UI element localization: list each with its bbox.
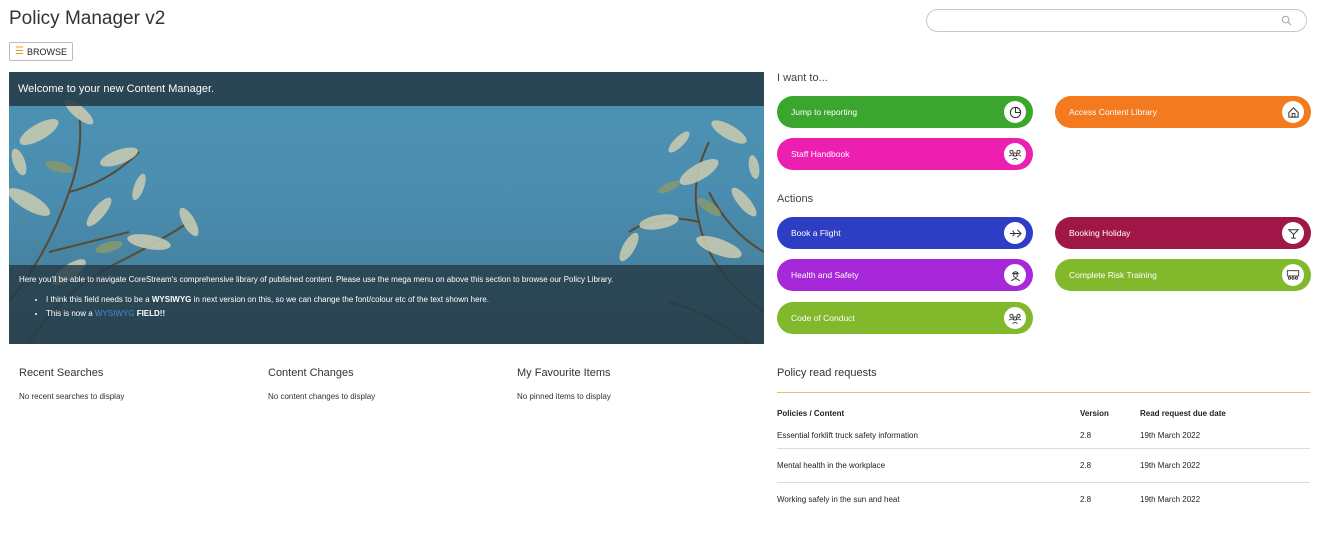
hero-banner: Welcome to your new Content Manager. Her… <box>9 72 764 344</box>
policy-cell[interactable]: Mental health in the workplace <box>777 447 1080 482</box>
table-row[interactable]: Mental health in the workplace 2.8 19th … <box>777 447 1310 482</box>
hero-bullet-bold: FIELD!! <box>134 308 166 318</box>
page: Policy Manager v2 ☰ BROWSE Welcome to yo… <box>0 0 1317 535</box>
recent-searches-panel: Recent Searches No recent searches to di… <box>19 367 124 401</box>
access-content-library-button[interactable]: Access Content Library <box>1055 96 1311 128</box>
content-changes-empty: No content changes to display <box>268 392 376 401</box>
recent-searches-empty: No recent searches to display <box>19 392 125 401</box>
plane-icon <box>1004 222 1026 244</box>
column-header[interactable]: Read request due date <box>1140 402 1310 424</box>
table-row[interactable]: Essential forklift truck safety informat… <box>777 424 1310 448</box>
hero-bullet-bold: WYSIWYG <box>151 294 192 304</box>
training-icon <box>1282 264 1304 286</box>
browse-label: BROWSE <box>26 46 67 57</box>
policy-cell[interactable]: Essential forklift truck safety informat… <box>777 424 1080 448</box>
action-label: Staff Handbook <box>791 149 850 159</box>
policy-read-requests-title: Policy read requests <box>777 367 877 379</box>
search-icon[interactable] <box>1281 15 1292 26</box>
app-title: Policy Manager v2 <box>9 8 166 29</box>
i-want-to-label: I want to... <box>777 72 828 84</box>
hero-title: Welcome to your new Content Manager. <box>9 72 764 106</box>
hero-intro: Here you'll be able to navigate CoreStre… <box>19 275 614 284</box>
health-and-safety-button[interactable]: Health and Safety <box>777 259 1033 291</box>
recent-searches-title: Recent Searches <box>19 367 104 379</box>
jump-to-reporting-button[interactable]: Jump to reporting <box>777 96 1033 128</box>
browse-button[interactable]: ☰ BROWSE <box>9 42 73 61</box>
due-date-cell: 19th March 2022 <box>1140 447 1310 482</box>
action-label: Complete Risk Training <box>1069 270 1157 280</box>
action-label: Code of Conduct <box>791 313 855 323</box>
table-header-row: Policies / Content Version Read request … <box>777 402 1310 424</box>
action-label: Health and Safety <box>791 270 859 280</box>
due-date-cell: 19th March 2022 <box>1140 431 1201 441</box>
version-cell: 2.8 <box>1080 481 1140 516</box>
cocktail-icon <box>1282 222 1304 244</box>
actions-label: Actions <box>777 193 814 205</box>
home-icon <box>1282 101 1304 123</box>
favourites-empty: No pinned items to display <box>517 392 611 401</box>
people-icon <box>1004 143 1026 165</box>
favourites-title: My Favourite Items <box>517 367 611 379</box>
policy-cell[interactable]: Working safely in the sun and heat <box>777 481 1080 516</box>
due-date-cell: 19th March 2022 <box>1140 481 1310 516</box>
policy-read-requests-table: Policies / Content Version Read request … <box>777 402 1310 516</box>
column-header[interactable]: Policies / Content <box>777 402 1080 424</box>
favourites-panel: My Favourite Items No pinned items to di… <box>517 367 611 401</box>
booking-holiday-button[interactable]: Booking Holiday <box>1055 217 1311 249</box>
hamburger-icon: ☰ <box>15 45 24 57</box>
staff-handbook-button[interactable]: Staff Handbook <box>777 138 1033 170</box>
version-cell: 2.8 <box>1080 447 1140 482</box>
table-row[interactable]: Working safely in the sun and heat 2.8 1… <box>777 481 1310 516</box>
version-cell: 2.8 <box>1080 431 1092 441</box>
hero-bullet-text: I think this field needs to be a <box>46 294 152 304</box>
divider <box>777 392 1310 393</box>
complete-risk-training-button[interactable]: Complete Risk Training <box>1055 259 1311 291</box>
hero-bullet-link: WYSIWYG <box>94 308 135 318</box>
action-label: Jump to reporting <box>791 107 858 117</box>
hero-bullet: I think this field needs to be a WYSIWYG… <box>46 295 754 306</box>
hero-bullets: I think this field needs to be a WYSIWYG… <box>46 295 754 320</box>
action-label: Booking Holiday <box>1069 228 1131 238</box>
book-a-flight-button[interactable]: Book a Flight <box>777 217 1033 249</box>
people-icon <box>1004 307 1026 329</box>
content-changes-title: Content Changes <box>268 367 354 379</box>
action-label: Book a Flight <box>791 228 841 238</box>
hero-bullet-text: in next version on this, so we can chang… <box>191 294 489 304</box>
worker-icon <box>1004 264 1026 286</box>
hero-bullet-text: This is now a <box>46 308 95 318</box>
hero-bullet: This is now a WYSIWYG FIELD!! <box>46 309 754 320</box>
search-box[interactable] <box>926 9 1307 32</box>
hero-description: Here you'll be able to navigate CoreStre… <box>9 265 764 344</box>
column-header[interactable]: Version <box>1080 402 1140 424</box>
code-of-conduct-button[interactable]: Code of Conduct <box>777 302 1033 334</box>
chart-icon <box>1004 101 1026 123</box>
search-input[interactable] <box>939 10 1279 31</box>
action-label: Access Content Library <box>1069 107 1157 117</box>
content-changes-panel: Content Changes No content changes to di… <box>268 367 375 401</box>
